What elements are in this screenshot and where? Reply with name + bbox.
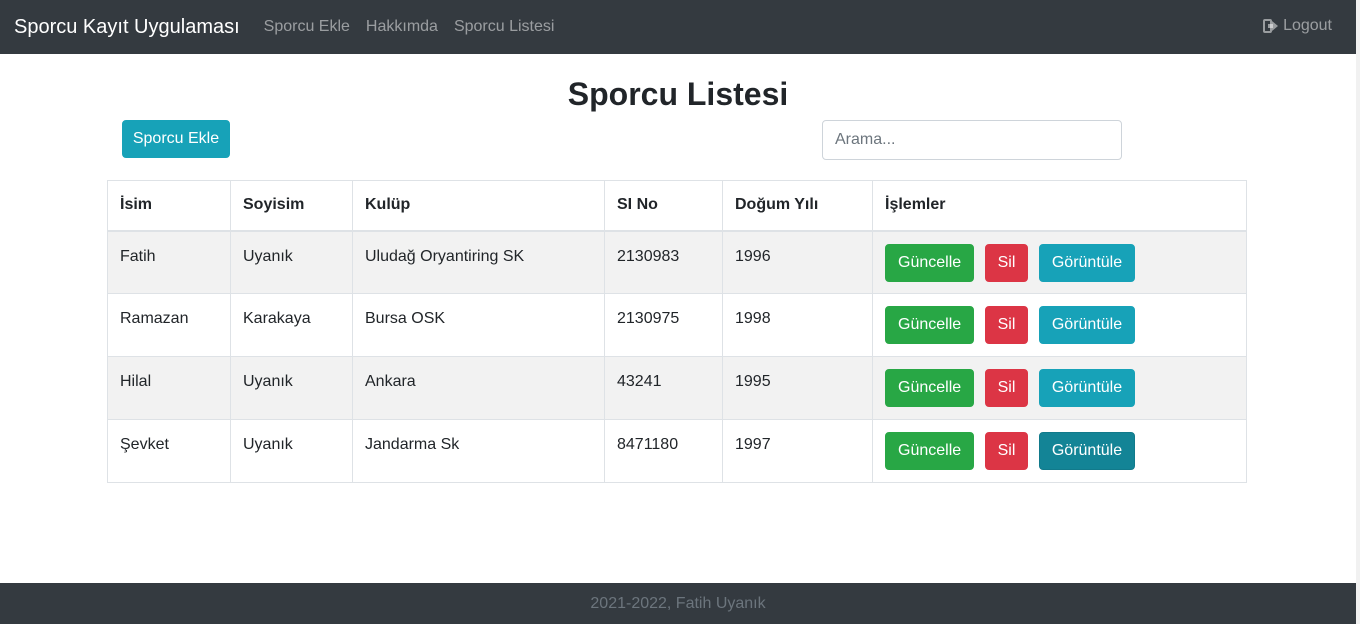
- cell-kulup: Jandarma Sk: [352, 419, 605, 483]
- delete-button[interactable]: Sil: [984, 369, 1029, 407]
- logout-label: Logout: [1283, 17, 1332, 34]
- delete-button[interactable]: Sil: [984, 432, 1029, 470]
- sign-out-icon: [1263, 19, 1279, 33]
- cell-isim: Hilal: [107, 356, 231, 420]
- table-row: Hilal Uyanık Ankara 43241 1995 Güncelle …: [107, 356, 1247, 420]
- header-soyisim: Soyisim: [230, 180, 353, 232]
- cell-dogum-yili: 1998: [722, 293, 873, 357]
- footer-text: 2021-2022, Fatih Uyanık: [590, 594, 766, 612]
- cell-kulup: Ankara: [352, 356, 605, 420]
- logout-link[interactable]: Logout: [1263, 17, 1332, 35]
- header-isim: İsim: [107, 180, 231, 232]
- cell-isim: Ramazan: [107, 293, 231, 357]
- update-button[interactable]: Güncelle: [885, 243, 975, 282]
- nav-link-sporcu-ekle[interactable]: Sporcu Ekle: [264, 18, 350, 36]
- table-row: Ramazan Karakaya Bursa OSK 2130975 1998 …: [107, 293, 1247, 357]
- search-input[interactable]: [822, 120, 1122, 160]
- cell-si-no: 8471180: [604, 419, 723, 483]
- cell-si-no: 2130983: [604, 230, 723, 294]
- table-header-row: İsim Soyisim Kulüp SI No Doğum Yılı İşle…: [107, 180, 1247, 232]
- update-button[interactable]: Güncelle: [885, 306, 975, 344]
- cell-si-no: 43241: [604, 356, 723, 420]
- header-islemler: İşlemler: [872, 180, 1247, 232]
- app-brand[interactable]: Sporcu Kayıt Uygulaması: [14, 16, 240, 39]
- header-si-no: SI No: [604, 180, 723, 232]
- nav-link-sporcu-listesi[interactable]: Sporcu Listesi: [454, 18, 555, 36]
- page-footer: 2021-2022, Fatih Uyanık: [0, 583, 1356, 624]
- athlete-table: İsim Soyisim Kulüp SI No Doğum Yılı İşle…: [107, 180, 1247, 483]
- scrollbar-track[interactable]: [1356, 0, 1360, 624]
- cell-dogum-yili: 1996: [722, 230, 873, 294]
- add-athlete-button[interactable]: Sporcu Ekle: [122, 120, 230, 158]
- cell-actions: Güncelle Sil Görüntüle: [872, 356, 1247, 420]
- cell-soyisim: Karakaya: [230, 293, 353, 357]
- cell-dogum-yili: 1997: [722, 419, 873, 483]
- update-button[interactable]: Güncelle: [885, 432, 975, 470]
- cell-actions: Güncelle Sil Görüntüle: [872, 293, 1247, 357]
- cell-dogum-yili: 1995: [722, 356, 873, 420]
- cell-actions: Güncelle Sil Görüntüle: [872, 230, 1247, 294]
- top-navbar: Sporcu Kayıt Uygulaması Sporcu Ekle Hakk…: [0, 0, 1356, 54]
- view-button[interactable]: Görüntüle: [1038, 243, 1136, 282]
- nav-link-hakkimda[interactable]: Hakkımda: [366, 18, 438, 36]
- cell-soyisim: Uyanık: [230, 230, 353, 294]
- cell-actions: Güncelle Sil Görüntüle: [872, 419, 1247, 483]
- update-button[interactable]: Güncelle: [885, 369, 975, 407]
- table-row: Şevket Uyanık Jandarma Sk 8471180 1997 G…: [107, 419, 1247, 483]
- cell-soyisim: Uyanık: [230, 356, 353, 420]
- cell-isim: Fatih: [107, 230, 231, 294]
- delete-button[interactable]: Sil: [984, 243, 1029, 282]
- view-button[interactable]: Görüntüle: [1038, 306, 1136, 344]
- cell-si-no: 2130975: [604, 293, 723, 357]
- cell-kulup: Uludağ Oryantiring SK: [352, 230, 605, 294]
- page-title: Sporcu Listesi: [567, 76, 789, 112]
- delete-button[interactable]: Sil: [984, 306, 1029, 344]
- view-button[interactable]: Görüntüle: [1038, 369, 1136, 407]
- cell-soyisim: Uyanık: [230, 419, 353, 483]
- cell-isim: Şevket: [107, 419, 231, 483]
- header-kulup: Kulüp: [352, 180, 605, 232]
- view-button[interactable]: Görüntüle: [1038, 432, 1136, 470]
- header-dogum-yili: Doğum Yılı: [722, 180, 873, 232]
- cell-kulup: Bursa OSK: [352, 293, 605, 357]
- table-row: Fatih Uyanık Uludağ Oryantiring SK 21309…: [107, 230, 1247, 294]
